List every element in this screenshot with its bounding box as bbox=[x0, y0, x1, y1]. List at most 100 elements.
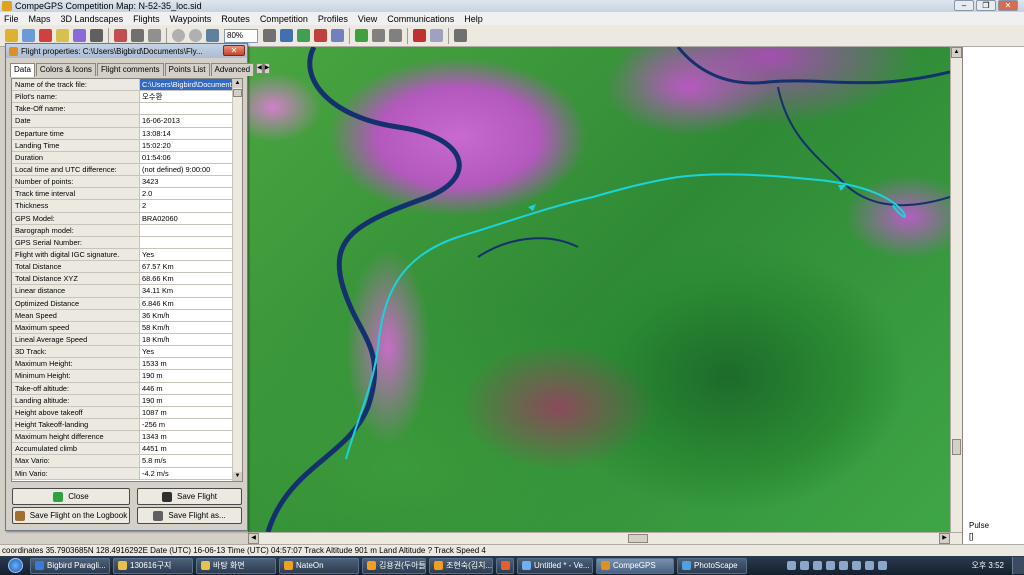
property-row[interactable]: Optimized Distance 6.846 Km bbox=[12, 297, 242, 310]
property-value[interactable] bbox=[140, 103, 242, 114]
property-value[interactable]: Yes bbox=[140, 249, 242, 260]
taskbar-item[interactable]: NateOn bbox=[279, 557, 359, 574]
help-icon[interactable] bbox=[813, 561, 822, 570]
property-row[interactable]: 3D Track: Yes bbox=[12, 346, 242, 359]
taskbar-item[interactable] bbox=[496, 557, 514, 574]
tray-icon[interactable] bbox=[852, 561, 861, 570]
rotate-icon[interactable] bbox=[131, 29, 144, 42]
property-value[interactable]: (not defined) 9:00:00 bbox=[140, 164, 242, 175]
dialog-title-bar[interactable]: Flight properties: C:\Users\Bigbird\Docu… bbox=[6, 44, 247, 58]
scroll-thumb[interactable] bbox=[628, 534, 648, 543]
property-value[interactable]: 68.66 Km bbox=[140, 273, 242, 284]
menu-file[interactable]: File bbox=[0, 14, 25, 24]
property-row[interactable]: Pilot's name: 오수환 bbox=[12, 91, 242, 104]
property-row[interactable]: Number of points: 3423 bbox=[12, 176, 242, 189]
taskbar-item[interactable]: 조현숙(김치.... bbox=[429, 557, 493, 574]
property-value[interactable]: 6.846 Km bbox=[140, 298, 242, 309]
property-row[interactable]: Maximum speed 58 Km/h bbox=[12, 321, 242, 334]
zoom-in-icon[interactable] bbox=[172, 29, 185, 42]
grid-scrollbar[interactable]: ▲ ▼ bbox=[232, 79, 242, 481]
property-row[interactable]: Accumulated climb 4451 m bbox=[12, 443, 242, 456]
property-value[interactable]: 190 m bbox=[140, 370, 242, 381]
scroll-right-icon[interactable]: ▶ bbox=[939, 533, 950, 544]
property-row[interactable]: Maximum Height: 1533 m bbox=[12, 358, 242, 371]
menu-flights[interactable]: Flights bbox=[129, 14, 166, 24]
property-row[interactable]: Thickness 2 bbox=[12, 200, 242, 213]
property-row[interactable]: Total Distance XYZ 68.66 Km bbox=[12, 273, 242, 286]
property-value[interactable]: 34.11 Km bbox=[140, 285, 242, 296]
property-row[interactable]: Lineal Average Speed 18 Km/h bbox=[12, 333, 242, 347]
undo-icon[interactable] bbox=[39, 29, 52, 42]
menu-maps[interactable]: Maps bbox=[25, 14, 57, 24]
network-icon[interactable] bbox=[865, 561, 874, 570]
tray-icon[interactable] bbox=[839, 561, 848, 570]
taskbar-item[interactable]: Untitled * - Ve... bbox=[517, 557, 593, 574]
property-value[interactable]: 2.0 bbox=[140, 188, 242, 199]
tab-data[interactable]: Data bbox=[10, 63, 35, 77]
property-row[interactable]: Departure time 13:08:14 bbox=[12, 127, 242, 140]
property-row[interactable]: Maximum height difference 1343 m bbox=[12, 431, 242, 444]
save-flight-as-button[interactable]: Save Flight as... bbox=[137, 507, 242, 524]
volume-icon[interactable] bbox=[878, 561, 887, 570]
tab-scroll-left-icon[interactable]: ◀ bbox=[256, 63, 263, 74]
panel-icon[interactable] bbox=[454, 29, 467, 42]
menu-communications[interactable]: Communications bbox=[383, 14, 460, 24]
gps-icon[interactable] bbox=[90, 29, 103, 42]
property-row[interactable]: Total Distance 67.57 Km bbox=[12, 261, 242, 274]
property-value[interactable]: 15:02:20 bbox=[140, 140, 242, 151]
property-row[interactable]: Track time interval 2.0 bbox=[12, 188, 242, 201]
zoom-out-icon[interactable] bbox=[189, 29, 202, 42]
globe-icon[interactable] bbox=[22, 29, 35, 42]
scroll-left-icon[interactable]: ◀ bbox=[248, 533, 259, 544]
property-row[interactable]: Max Vario: 5.8 m/s bbox=[12, 455, 242, 468]
menu-view[interactable]: View bbox=[354, 14, 383, 24]
property-value[interactable]: 1533 m bbox=[140, 358, 242, 369]
dialog-close-icon[interactable]: ✕ bbox=[223, 45, 245, 56]
menu-waypoints[interactable]: Waypoints bbox=[166, 14, 218, 24]
scroll-thumb[interactable] bbox=[233, 89, 242, 97]
taskbar-item[interactable]: PhotoScape bbox=[677, 557, 747, 574]
property-row[interactable]: Landing altitude: 190 m bbox=[12, 394, 242, 407]
tab-colors-icons[interactable]: Colors & Icons bbox=[35, 63, 96, 76]
tab-points-list[interactable]: Points List bbox=[164, 63, 210, 76]
menu-help[interactable]: Help bbox=[460, 14, 489, 24]
property-value[interactable]: 1343 m bbox=[140, 431, 242, 442]
taskbar-item[interactable]: 130616구지 bbox=[113, 557, 193, 574]
menu-routes[interactable]: Routes bbox=[217, 14, 256, 24]
taskbar-item[interactable]: Bigbird Paragli... bbox=[30, 557, 110, 574]
taskbar-item-active[interactable]: CompeGPS bbox=[596, 557, 674, 574]
flag-icon[interactable] bbox=[413, 29, 426, 42]
property-value[interactable]: -4.2 m/s bbox=[140, 468, 242, 479]
property-value[interactable] bbox=[140, 225, 242, 236]
tools-icon[interactable] bbox=[331, 29, 344, 42]
property-value[interactable]: 58 Km/h bbox=[140, 322, 242, 333]
scroll-thumb[interactable] bbox=[952, 439, 961, 455]
property-value[interactable] bbox=[140, 237, 242, 248]
show-desktop-button[interactable] bbox=[1012, 557, 1024, 574]
scroll-up-icon[interactable]: ▲ bbox=[233, 79, 242, 88]
menu-profiles[interactable]: Profiles bbox=[314, 14, 354, 24]
waypoint-icon[interactable] bbox=[73, 29, 86, 42]
map-horizontal-scrollbar[interactable]: ◀ ▶ bbox=[248, 532, 962, 544]
property-row[interactable]: GPS Model: BRA02060 bbox=[12, 212, 242, 225]
screen-icon[interactable] bbox=[263, 29, 276, 42]
pause-icon[interactable] bbox=[389, 29, 402, 42]
property-value[interactable]: 16-06-2013 bbox=[140, 115, 242, 126]
save-flight-button[interactable]: Save Flight bbox=[137, 488, 242, 505]
restore-button[interactable]: ❐ bbox=[976, 0, 996, 11]
folder-icon[interactable] bbox=[56, 29, 69, 42]
tab-advanced[interactable]: Advanced bbox=[210, 63, 255, 76]
tab-flight-comments[interactable]: Flight comments bbox=[96, 63, 164, 76]
property-value[interactable]: 1087 m bbox=[140, 407, 242, 418]
graph-icon[interactable] bbox=[314, 29, 327, 42]
property-value[interactable]: C:\Users\Bigbird\Documents bbox=[140, 79, 242, 91]
settings-icon[interactable] bbox=[430, 29, 443, 42]
play-icon[interactable] bbox=[372, 29, 385, 42]
property-row[interactable]: Name of the track file: C:\Users\Bigbird\… bbox=[12, 79, 242, 92]
tray-icon[interactable] bbox=[787, 561, 796, 570]
property-row[interactable]: Mean Speed 36 Km/h bbox=[12, 309, 242, 322]
property-value[interactable]: 오수환 bbox=[140, 91, 242, 102]
save-logbook-button[interactable]: Save Flight on the Logbook bbox=[12, 507, 130, 524]
property-row[interactable]: Barograph model: bbox=[12, 224, 242, 237]
scroll-up-icon[interactable]: ▲ bbox=[951, 47, 962, 58]
